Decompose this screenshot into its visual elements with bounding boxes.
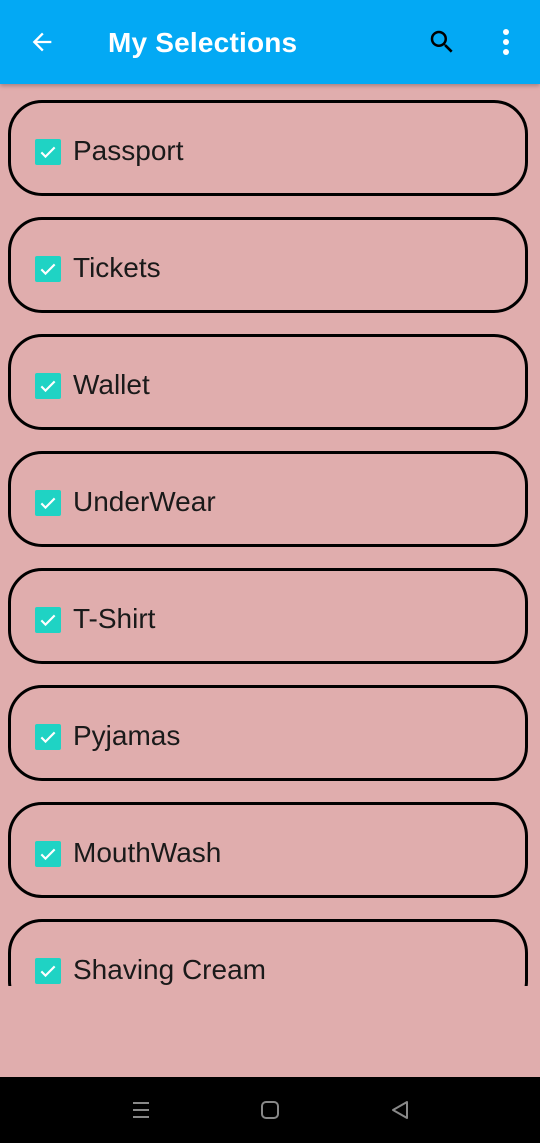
- checkbox-checked[interactable]: [35, 724, 61, 750]
- system-back-button[interactable]: [385, 1095, 415, 1125]
- recent-apps-button[interactable]: [126, 1095, 156, 1125]
- check-icon: [40, 263, 56, 276]
- search-button[interactable]: [422, 22, 462, 62]
- checkbox-checked[interactable]: [35, 958, 61, 984]
- list-item[interactable]: T-Shirt: [8, 568, 528, 664]
- item-label: Passport: [73, 135, 184, 166]
- arrow-back-icon: [32, 32, 52, 52]
- home-icon: [261, 1101, 279, 1119]
- check-icon: [40, 497, 56, 510]
- check-icon: [40, 848, 56, 861]
- check-icon: [40, 380, 56, 393]
- list-item[interactable]: Shaving Cream: [8, 919, 528, 986]
- selection-list: Passport Tickets Wallet UnderWear T-Shir…: [0, 84, 540, 986]
- list-item[interactable]: MouthWash: [8, 802, 528, 898]
- list-item[interactable]: UnderWear: [8, 451, 528, 547]
- list-item[interactable]: Passport: [8, 100, 528, 196]
- checkbox-checked[interactable]: [35, 841, 61, 867]
- app-bar: My Selections: [0, 0, 540, 84]
- item-label: MouthWash: [73, 837, 222, 868]
- system-nav-bar: [0, 1077, 540, 1143]
- check-icon: [40, 146, 56, 159]
- checkbox-checked[interactable]: [35, 490, 61, 516]
- checkbox-checked[interactable]: [35, 139, 61, 165]
- check-icon: [40, 614, 56, 627]
- list-item[interactable]: Pyjamas: [8, 685, 528, 781]
- item-label: UnderWear: [73, 486, 216, 517]
- home-button[interactable]: [255, 1095, 285, 1125]
- item-label: Wallet: [73, 369, 150, 400]
- checkbox-checked[interactable]: [35, 256, 61, 282]
- back-triangle-icon: [392, 1101, 408, 1119]
- check-icon: [40, 965, 56, 978]
- item-label: Tickets: [73, 252, 161, 283]
- page-title: My Selections: [108, 27, 298, 58]
- search-icon: [430, 30, 453, 53]
- list-item[interactable]: Wallet: [8, 334, 528, 430]
- check-icon: [40, 731, 56, 744]
- item-label: Shaving Cream: [73, 954, 266, 985]
- list-item[interactable]: Tickets: [8, 217, 528, 313]
- checkbox-checked[interactable]: [35, 373, 61, 399]
- checkbox-checked[interactable]: [35, 607, 61, 633]
- more-options-button[interactable]: [488, 22, 524, 62]
- item-label: Pyjamas: [73, 720, 181, 751]
- more-vertical-icon: [503, 29, 509, 55]
- back-button[interactable]: [22, 22, 62, 62]
- item-label: T-Shirt: [73, 603, 156, 634]
- recent-apps-icon: [133, 1102, 149, 1118]
